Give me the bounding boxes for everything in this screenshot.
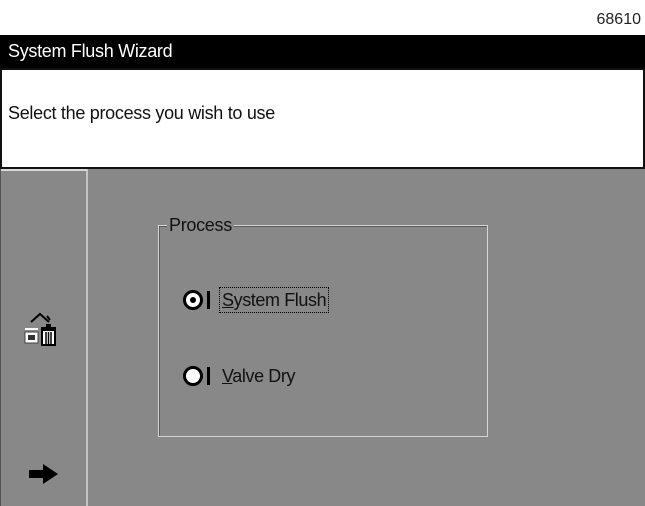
radio-separator <box>207 291 210 309</box>
figure-id: 68610 <box>596 11 642 28</box>
trash-icon <box>24 312 56 346</box>
radio-button-unchecked[interactable] <box>183 366 203 386</box>
window-title: System Flush Wizard <box>8 41 173 61</box>
radio-label-system-flush: System Flush <box>218 287 330 313</box>
toolbar <box>0 169 88 506</box>
title-bar: System Flush Wizard <box>0 35 645 68</box>
delete-button[interactable] <box>1 295 87 369</box>
content-area: Process System Flush Valve Dry <box>88 169 645 506</box>
radio-label-valve-dry: Valve Dry <box>222 366 296 386</box>
radio-system-flush[interactable]: System Flush <box>183 287 330 313</box>
next-button[interactable] <box>1 449 87 499</box>
prompt-text: Select the process you wish to use <box>8 103 275 123</box>
process-group-label: Process <box>167 214 234 236</box>
prompt-panel: Select the process you wish to use <box>0 68 645 169</box>
radio-valve-dry[interactable]: Valve Dry <box>183 364 297 388</box>
wizard-screen: System Flush Wizard Select the process y… <box>0 35 645 506</box>
radio-separator <box>207 367 210 385</box>
arrow-right-icon <box>29 464 58 484</box>
process-groupbox: Process System Flush Valve Dry <box>158 214 488 437</box>
radio-button-checked[interactable] <box>183 290 203 310</box>
